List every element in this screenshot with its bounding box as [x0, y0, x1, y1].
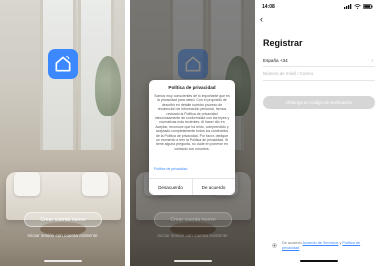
agree-prefix: De acuerdo: [282, 241, 302, 245]
home-icon: [55, 55, 71, 72]
wifi-icon: [354, 4, 361, 9]
battery-icon: [363, 4, 373, 9]
dialog-body: Somos muy conscientes de lo importante q…: [154, 94, 230, 151]
chevron-right-icon: ›: [371, 58, 373, 64]
status-icons: [344, 4, 373, 9]
register-screen: 14:08 ‹ Registrar España +34 › Número de…: [256, 0, 381, 266]
account-input[interactable]: Número de móvil / Correo: [263, 71, 313, 76]
home-indicator: [174, 260, 212, 262]
login-existing-link: Iniciar sesión con cuenta existente: [157, 233, 228, 238]
privacy-screen: Crear cuenta nueve Iniciar sesión con cu…: [130, 0, 255, 266]
privacy-policy-link[interactable]: Política de privacidad: [154, 167, 230, 171]
home-indicator: [300, 260, 338, 262]
terms-link[interactable]: Acuerdo de Servicios: [303, 241, 339, 245]
privacy-dialog: Política de privacidad Somos muy conscie…: [149, 80, 235, 195]
dialog-title: Política de privacidad: [168, 85, 216, 90]
home-indicator: [44, 260, 82, 262]
terms-agreement: De acuerdo Acuerdo de Servicios y Políti…: [282, 241, 374, 251]
login-existing-link[interactable]: Iniciar sesión con cuenta existente: [0, 233, 125, 238]
create-account-button[interactable]: Crear cuenta nueve: [24, 212, 102, 227]
app-logo: [48, 49, 78, 79]
welcome-screen: Crear cuenta nueve Iniciar sesión con cu…: [0, 0, 125, 266]
divider: [263, 66, 375, 67]
agree-button[interactable]: De acuerdo: [192, 179, 235, 195]
country-selector[interactable]: España +34: [263, 58, 288, 63]
signal-icon: [344, 4, 352, 9]
agree-radio-icon[interactable]: [272, 243, 277, 248]
status-time: 14:08: [262, 4, 275, 10]
get-verification-code-button[interactable]: Obtenga un código de verificación: [263, 96, 375, 109]
page-title: Registrar: [263, 38, 303, 48]
create-account-button: Crear cuenta nueve: [154, 212, 232, 227]
disagree-button[interactable]: Desacuerdo: [149, 179, 192, 195]
divider: [263, 80, 375, 81]
back-icon[interactable]: ‹: [260, 14, 263, 24]
